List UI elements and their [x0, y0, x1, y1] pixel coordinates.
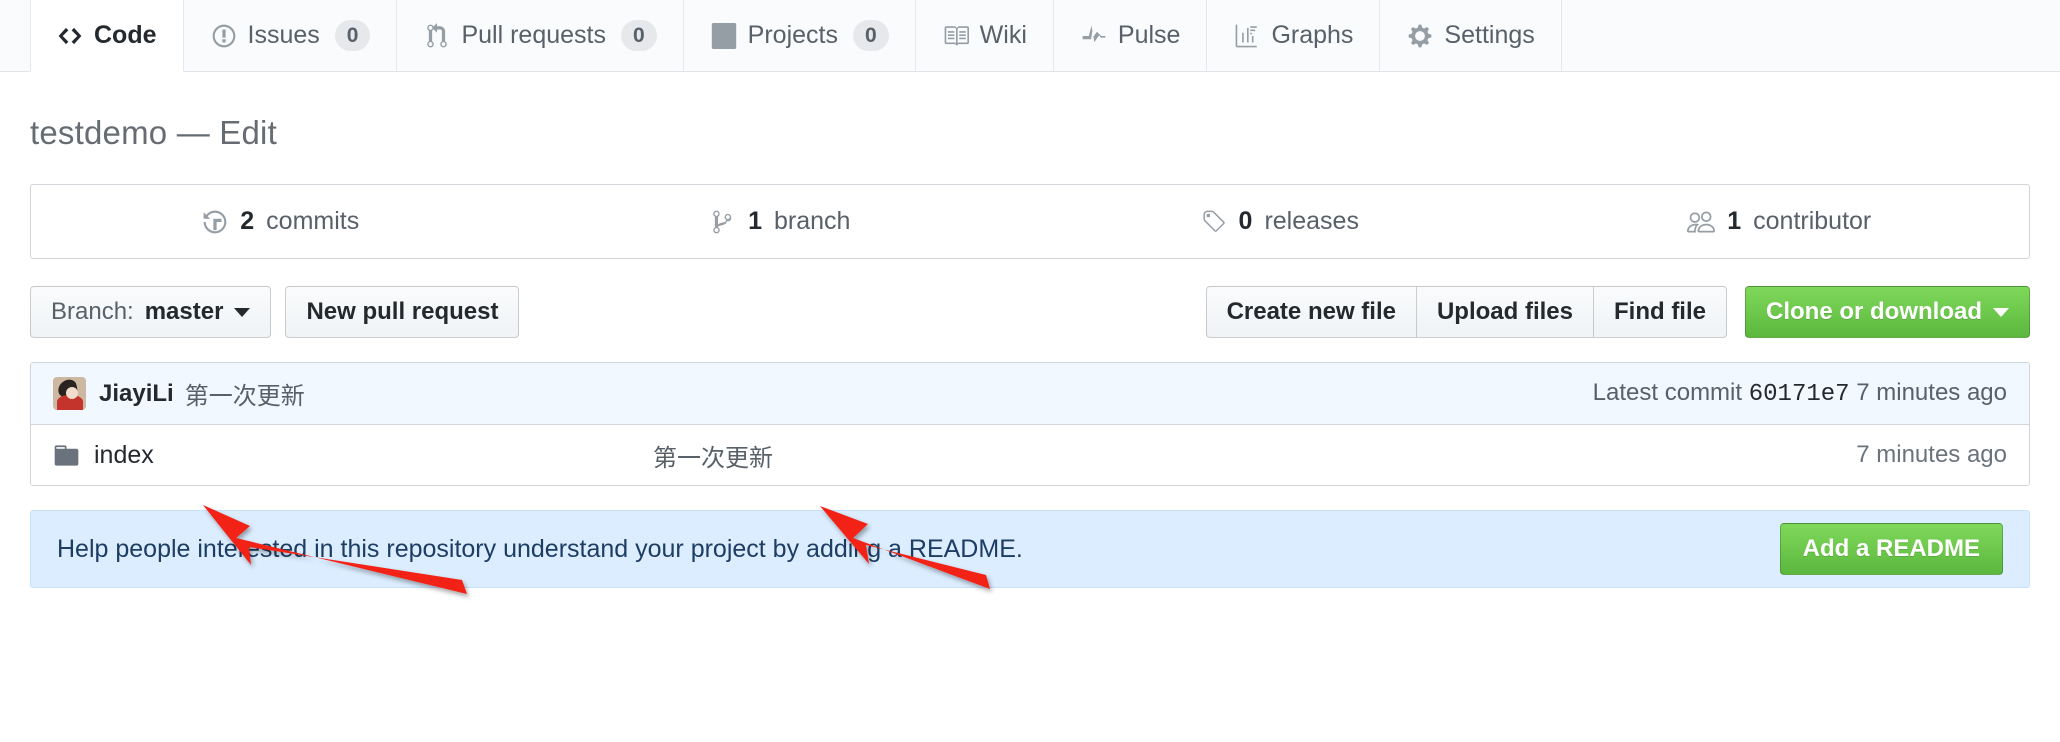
chevron-down-icon — [1993, 307, 2009, 317]
tab-pull-requests-label: Pull requests — [461, 21, 606, 49]
branches-count: 1 — [748, 207, 762, 235]
file-name-link[interactable]: index — [94, 441, 154, 470]
summary-releases[interactable]: 0 releases — [1030, 185, 1530, 258]
file-name-cell: index — [53, 441, 653, 470]
summary-commits[interactable]: 2 commits — [31, 185, 531, 258]
file-list-box: JiayiLi 第一次更新 Latest commit 60171e7 7 mi… — [30, 362, 2030, 486]
clone-or-download-button[interactable]: Clone or download — [1745, 286, 2030, 338]
tab-settings-label: Settings — [1444, 21, 1535, 49]
chevron-down-icon — [234, 307, 251, 317]
tab-code-label: Code — [94, 21, 157, 49]
commits-count: 2 — [240, 207, 255, 235]
releases-count: 0 — [1238, 207, 1253, 235]
repo-content: 2 commits 1 branch 0 releases 1 contribu… — [0, 184, 2060, 588]
tab-pull-requests[interactable]: Pull requests 0 — [397, 0, 684, 71]
branch-select-button[interactable]: Branch: master — [30, 286, 272, 338]
file-age: 7 minutes ago — [1856, 441, 2007, 468]
summary-contributors[interactable]: 1 contributor — [1530, 185, 2030, 258]
latest-commit-meta: Latest commit 60171e7 7 minutes ago — [1593, 379, 2007, 408]
new-pull-request-button[interactable]: New pull request — [285, 286, 520, 338]
branch-name-label: master — [144, 298, 224, 325]
tab-code[interactable]: Code — [30, 0, 184, 72]
tab-issues[interactable]: Issues 0 — [184, 0, 398, 71]
tab-graphs[interactable]: Graphs — [1207, 0, 1381, 71]
upload-files-button[interactable]: Upload files — [1415, 286, 1594, 338]
releases-label: releases — [1264, 207, 1359, 235]
tab-settings[interactable]: Settings — [1380, 0, 1562, 71]
avatar-face-shape — [66, 387, 78, 399]
create-new-file-button[interactable]: Create new file — [1205, 286, 1417, 338]
file-commit-message[interactable]: 第一次更新 — [653, 438, 1856, 473]
issues-count: 0 — [334, 19, 371, 52]
contributors-label: contributor — [1753, 207, 1872, 235]
tab-projects-label: Projects — [747, 21, 838, 49]
branches-label: branch — [773, 207, 851, 235]
branch-prefix-label: Branch: — [51, 298, 134, 325]
commit-author[interactable]: JiayiLi — [99, 380, 174, 408]
git-branch-icon — [710, 209, 736, 235]
tab-graphs-label: Graphs — [1271, 21, 1354, 49]
commit-sha[interactable]: 60171e7 — [1749, 381, 1850, 408]
summary-branches[interactable]: 1 branch — [531, 185, 1031, 258]
pulse-icon — [1081, 23, 1107, 49]
people-icon — [1687, 208, 1716, 236]
readme-prompt-text: Help people interested in this repositor… — [57, 534, 1023, 563]
project-board-icon — [711, 22, 737, 49]
commit-age: 7 minutes ago — [1856, 379, 2007, 406]
clone-or-download-label: Clone or download — [1766, 298, 1982, 325]
tab-pulse-label: Pulse — [1117, 21, 1181, 49]
history-icon — [202, 209, 228, 235]
file-actions-group: Create new file Upload files Find file C… — [1205, 286, 2030, 338]
tab-wiki[interactable]: Wiki — [916, 0, 1054, 71]
issue-opened-icon — [211, 23, 237, 49]
tab-wiki-label: Wiki — [979, 21, 1027, 49]
tab-pulse[interactable]: Pulse — [1054, 0, 1208, 71]
page-title: testdemo — Edit — [30, 114, 277, 151]
gear-icon — [1407, 23, 1433, 49]
git-pull-request-icon — [424, 22, 450, 49]
repository-nav: Code Issues 0 Pull requests 0 Projects 0… — [0, 0, 2060, 72]
tab-issues-label: Issues — [247, 21, 320, 49]
tag-icon — [1201, 209, 1227, 235]
book-icon — [943, 23, 969, 49]
readme-prompt-banner: Help people interested in this repositor… — [30, 510, 2030, 588]
contributors-count: 1 — [1727, 207, 1742, 235]
commit-message[interactable]: 第一次更新 — [185, 376, 305, 411]
repository-summary: 2 commits 1 branch 0 releases 1 contribu… — [30, 184, 2030, 259]
table-row[interactable]: index 第一次更新 7 minutes ago — [31, 425, 2029, 485]
projects-count: 0 — [852, 19, 889, 52]
code-icon — [57, 23, 83, 49]
file-directory-icon — [53, 442, 80, 469]
pull-requests-count: 0 — [620, 19, 657, 52]
tab-projects[interactable]: Projects 0 — [684, 0, 916, 71]
commits-label: commits — [266, 207, 360, 235]
file-navigation-toolbar: Branch: master New pull request Create n… — [30, 286, 2030, 338]
bar-chart-icon — [1234, 23, 1260, 49]
latest-commit-label: Latest commit — [1592, 379, 1743, 406]
find-file-button[interactable]: Find file — [1593, 286, 1727, 338]
latest-commit-row: JiayiLi 第一次更新 Latest commit 60171e7 7 mi… — [31, 363, 2029, 425]
avatar[interactable] — [53, 377, 86, 410]
add-a-readme-button[interactable]: Add a README — [1779, 523, 2003, 575]
file-buttons-group: Create new file Upload files Find file — [1205, 286, 1727, 338]
